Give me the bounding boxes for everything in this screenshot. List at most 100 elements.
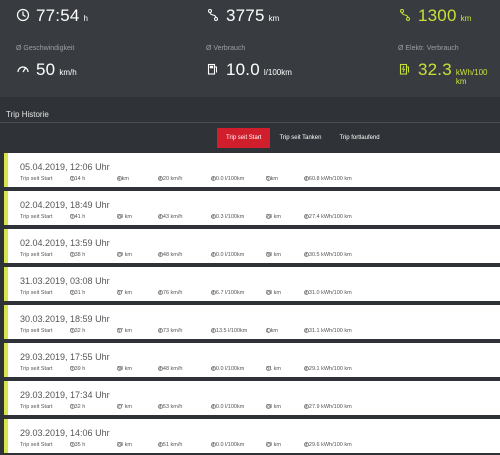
charging-station-icon (304, 176, 309, 181)
route-icon (117, 404, 122, 409)
trip-indicator-bar (4, 267, 8, 301)
trip-electric-consumption: ø 31.0 kWh/100 km (304, 290, 352, 296)
trip-speed-cell: ø 48 km/h (158, 366, 182, 372)
trip-type-label-cell: Trip seit Start (20, 252, 53, 258)
trip-indicator-bar (4, 305, 8, 339)
distance-value: 3775 (226, 6, 265, 25)
trip-duration-cell: 0:32 h (70, 404, 85, 410)
trip-indicator-bar (4, 153, 8, 187)
tab-trip-fortlaufend[interactable]: Trip fortlaufend (330, 128, 388, 148)
trip-speed-cell: ø 43 km/h (158, 214, 182, 220)
route-icon (206, 8, 220, 22)
trip-row[interactable]: 05.04.2019, 12:06 Uhr Trip seit Start 0:14… (4, 153, 500, 187)
electric-route-icon (266, 214, 271, 219)
speedometer-icon (158, 214, 163, 219)
trip-electric-consumption: ø 27.9 kWh/100 km (304, 404, 352, 410)
trip-distance-cell: 37 km (117, 290, 132, 296)
trip-indicator-bar (4, 229, 8, 263)
trip-row[interactable]: 29.03.2019, 14:06 Uhr Trip seit Start 0:35… (4, 419, 500, 453)
trip-row[interactable]: 31.03.2019, 03:08 Uhr Trip seit Start 0:31… (4, 267, 500, 301)
trip-date: 29.03.2019, 14:06 Uhr (20, 428, 110, 438)
trip-fuel-consumption-cell: ø 0.3 l/100km (211, 214, 244, 220)
distance-unit: km (268, 14, 280, 23)
trip-electric-consumption: ø 31.1 kWh/100 km (304, 328, 352, 334)
charging-station-icon (304, 214, 309, 219)
charging-station-icon (398, 62, 412, 76)
trip-distance-cell: 37 km (117, 328, 132, 334)
trip-duration-cell: 0:31 h (70, 290, 85, 296)
clock-icon (70, 404, 75, 409)
trip-speed-cell: ø 53 km/h (158, 404, 182, 410)
trip-date: 29.03.2019, 17:34 Uhr (20, 390, 110, 400)
trip-row[interactable]: 02.04.2019, 18:49 Uhr Trip seit Start 0:41… (4, 191, 500, 225)
trip-fuel-consumption-cell: ø 6.7 l/100km (211, 290, 244, 296)
trip-row[interactable]: 02.04.2019, 13:59 Uhr Trip seit Start 0:38… (4, 229, 500, 263)
trip-distance-cell: 27 km (117, 404, 132, 410)
trip-duration-cell: 0:35 h (70, 442, 85, 448)
tab-trip-seit-start[interactable]: Trip seit Start (217, 128, 271, 148)
speedometer-icon (158, 176, 163, 181)
trip-tabs: Trip seit Start Trip seit Tanken Trip fo… (217, 128, 389, 148)
route-icon (117, 442, 122, 447)
charging-station-icon (304, 290, 309, 295)
trip-electric-distance-cell: 28 km (266, 214, 281, 220)
trip-type-label: Trip seit Start (20, 404, 53, 410)
electric-route-icon (266, 252, 271, 257)
clock-icon (70, 366, 75, 371)
electric-route-icon (266, 176, 271, 181)
speedometer-icon (16, 62, 30, 76)
trip-type-label: Trip seit Start (20, 252, 53, 258)
trip-row[interactable]: 29.03.2019, 17:55 Uhr Trip seit Start 0:39… (4, 343, 500, 377)
trip-row[interactable]: 29.03.2019, 17:34 Uhr Trip seit Start 0:32… (4, 381, 500, 415)
trip-type-label-cell: Trip seit Start (20, 366, 53, 372)
section-title: Trip Historie (6, 110, 49, 119)
trip-distance-cell: 4 km (117, 176, 129, 182)
trip-duration-cell: 0:14 h (70, 176, 85, 182)
electric-range-value: 1300 (418, 6, 457, 25)
electric-range-stat: 1300 km (398, 6, 471, 26)
trip-distance-cell: 29 km (117, 252, 132, 258)
speed-unit: km/h (59, 68, 77, 77)
consumption-label: Ø Verbrauch (206, 45, 246, 52)
trip-speed-cell: ø 48 km/h (158, 252, 182, 258)
trip-electric-consumption-cell: ø 27.4 kWh/100 km (304, 214, 352, 220)
speedometer-icon (158, 404, 163, 409)
trip-electric-distance-cell: 1 km (266, 328, 278, 334)
trip-row[interactable]: 30.03.2019, 18:59 Uhr Trip seit Start 0:32… (4, 305, 500, 339)
trip-electric-consumption-cell: ø 30.5 kWh/100 km (304, 252, 352, 258)
trip-fuel-consumption-cell: ø 0.0 l/100km (211, 442, 244, 448)
electric-consumption-stat: 32.3 kWh/100 km (398, 60, 500, 86)
trip-indicator-bar (4, 419, 8, 453)
fuel-pump-icon (211, 366, 216, 371)
trip-electric-consumption-cell: ø 29.1 kWh/100 km (304, 366, 352, 372)
speedometer-icon (158, 328, 163, 333)
charging-station-icon (304, 252, 309, 257)
trip-speed-cell: ø 73 km/h (158, 328, 182, 334)
trip-electric-distance-cell: 28 km (266, 404, 281, 410)
trip-fuel-consumption-cell: ø 0.0 l/100km (211, 176, 244, 182)
trip-distance-cell: 28 km (117, 442, 132, 448)
route-icon (117, 176, 122, 181)
clock-icon (70, 290, 75, 295)
route-icon (117, 252, 122, 257)
fuel-pump-icon (211, 404, 216, 409)
trip-fuel-consumption: ø 0.0 l/100km (211, 176, 245, 182)
trip-fuel-consumption: ø 0.0 l/100km (211, 442, 245, 448)
trip-electric-consumption: ø 29.1 kWh/100 km (304, 366, 352, 372)
electric-route-icon (266, 404, 271, 409)
trip-fuel-consumption-cell: ø 0.0 l/100km (211, 252, 244, 258)
duration-value: 77:54 (36, 6, 80, 25)
route-icon (117, 214, 122, 219)
trip-fuel-consumption-cell: ø 13.5 l/100km (211, 328, 247, 334)
consumption-stat: 10.0 l/100km (206, 60, 292, 80)
divider (0, 122, 500, 123)
trip-type-label: Trip seit Start (20, 176, 53, 182)
trip-electric-distance-cell: 31 km (266, 366, 281, 372)
clock-icon (70, 328, 75, 333)
electric-route-icon (266, 442, 271, 447)
trip-electric-consumption-cell: ø 60.8 kWh/100 km (304, 176, 352, 182)
tab-trip-seit-tanken[interactable]: Trip seit Tanken (270, 128, 330, 148)
electric-route-icon (266, 328, 271, 333)
speedometer-icon (158, 290, 163, 295)
electric-consumption-label: Ø Elektr. Verbrauch (398, 45, 459, 52)
